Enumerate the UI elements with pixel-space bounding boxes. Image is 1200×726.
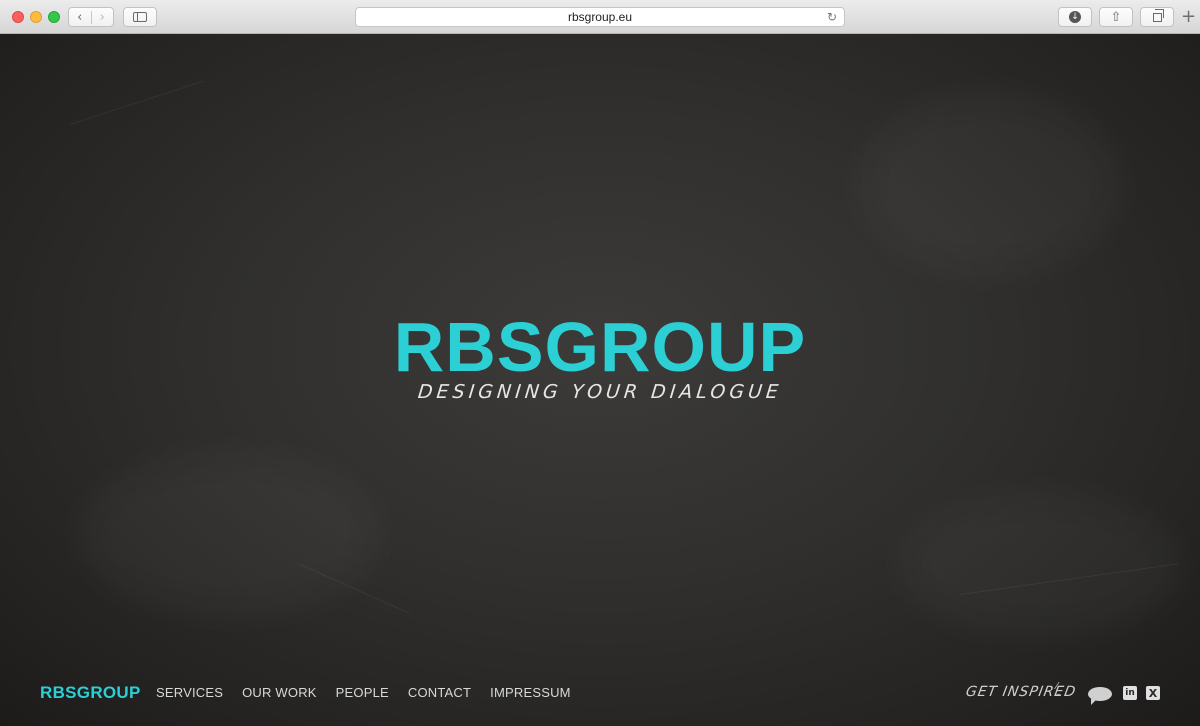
hero: RBSGROUP Designing your dialogue [0,309,1200,403]
chalk-smudge [860,94,1120,274]
download-icon: ↓ [1069,11,1081,23]
address-bar[interactable]: rbsgroup.eu ↻ [355,7,845,27]
chalk-scratch [69,80,204,125]
history-nav-group: ‹ › [68,7,114,27]
zoom-window-button[interactable] [48,11,60,23]
plus-icon[interactable]: + [1181,8,1196,26]
brand-title: RBSGROUP [393,308,807,386]
sidebar-button[interactable] [123,7,157,27]
footer-bar: RBSGROUP SERVICES OUR WORK PEOPLE CONTAC… [0,681,1200,707]
chat-bubble-icon[interactable] [1088,687,1112,705]
browser-window: ‹ › rbsgroup.eu ↻ ↓ ⇧ + RBSGROUP Design [0,0,1200,726]
minimize-window-button[interactable] [30,11,42,23]
brand-tagline: Designing your dialogue [416,381,784,403]
url-text: rbsgroup.eu [567,10,633,24]
browser-toolbar: ‹ › rbsgroup.eu ↻ ↓ ⇧ + [0,0,1200,34]
chalkboard-page: RBSGROUP Designing your dialogue RBSGROU… [0,34,1200,726]
share-button[interactable]: ⇧ [1099,7,1133,27]
nav-link-contact[interactable]: CONTACT [408,685,471,700]
footer-logo[interactable]: RBSGROUP [40,683,141,703]
chalk-smudge [900,494,1180,634]
reload-icon[interactable]: ↻ [827,8,837,26]
chalk-smudge [80,454,380,614]
sidebar-icon [133,12,147,22]
tabs-icon [1152,8,1164,22]
nav-link-people[interactable]: PEOPLE [336,685,389,700]
nav-link-services[interactable]: SERVICES [156,685,223,700]
sparkle-icon: ⁄ – [1056,681,1061,700]
chevron-left-icon[interactable]: ‹ [69,11,91,24]
show-tabs-button[interactable] [1140,7,1174,27]
chevron-right-icon[interactable]: › [90,10,114,24]
xing-icon[interactable]: X [1146,686,1160,700]
nav-link-impressum[interactable]: IMPRESSUM [490,685,571,700]
linkedin-icon[interactable]: in [1123,686,1137,700]
share-icon: ⇧ [1110,9,1122,25]
nav-link-our-work[interactable]: OUR WORK [242,685,317,700]
footer-nav: SERVICES OUR WORK PEOPLE CONTACT IMPRESS… [156,685,571,700]
downloads-button[interactable]: ↓ [1058,7,1092,27]
close-window-button[interactable] [12,11,24,23]
